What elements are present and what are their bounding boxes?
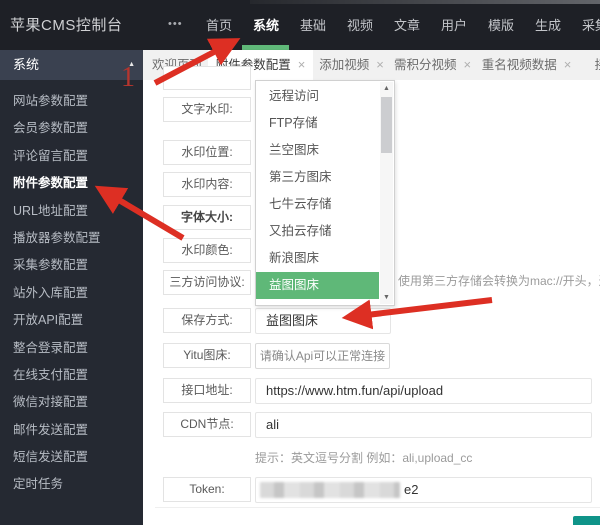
label-watermark-position: 水印位置: (163, 140, 251, 165)
sidebar: 系统 ▲ 网站参数配置 会员参数配置 评论留言配置 附件参数配置 URL地址配置… (0, 50, 143, 525)
sidebar-item-comment-params[interactable]: 评论留言配置 (0, 143, 143, 170)
sidebar-item-external-storage[interactable]: 站外入库配置 (0, 280, 143, 307)
label-yitu: Yitu图床: (163, 343, 251, 368)
sidebar-item-cron[interactable]: 定时任务 (0, 471, 143, 498)
label-cdn-node: CDN节点: (163, 412, 251, 437)
nav-item-template[interactable]: 模版 (487, 0, 515, 50)
scrollbar-thumb[interactable] (381, 97, 392, 153)
sidebar-item-login-integration[interactable]: 整合登录配置 (0, 335, 143, 362)
close-icon[interactable]: × (463, 57, 471, 72)
nav-item-article[interactable]: 文章 (393, 0, 421, 50)
label-api-address: 接口地址: (163, 378, 251, 403)
tab-duplicate-video[interactable]: 重名视频数据 × (475, 50, 578, 80)
nav-item-video[interactable]: 视频 (346, 0, 374, 50)
token-blurred-value (260, 482, 400, 498)
sidebar-item-url-params[interactable]: URL地址配置 (0, 198, 143, 225)
dropdown-option-lankong[interactable]: 兰空图床 (256, 137, 379, 164)
submit-button[interactable] (573, 516, 600, 525)
protocol-dropdown: 远程访问 FTP存储 兰空图床 第三方图床 七牛云存储 又拍云存储 新浪图床 益… (255, 80, 395, 306)
sidebar-group-label: 系统 (13, 57, 40, 72)
nav-item-home[interactable]: 首页 (205, 0, 233, 50)
label-watermark-color: 水印颜色: (163, 238, 251, 263)
save-method-select[interactable]: 益图图床 (255, 308, 391, 334)
close-icon[interactable]: × (298, 57, 306, 72)
nav-item-collect[interactable]: 采集 (581, 0, 600, 50)
dropdown-scrollbar[interactable]: ▲ ▼ (380, 82, 393, 304)
label-token: Token: (163, 477, 251, 502)
sidebar-item-wechat[interactable]: 微信对接配置 (0, 389, 143, 416)
tab-partial[interactable]: 接 (591, 50, 600, 80)
field-row-partial (163, 66, 251, 90)
footer-divider (155, 507, 600, 508)
token-visible-suffix: e2 (404, 482, 419, 497)
cdn-hint-text: 提示：英文逗号分割 例如：ali,upload_cc (255, 451, 473, 465)
nav-item-system[interactable]: 系统 (252, 0, 280, 50)
label-font-size: 字体大小: (163, 205, 251, 230)
close-icon[interactable]: × (376, 57, 384, 72)
scroll-down-icon[interactable]: ▼ (380, 291, 393, 304)
app-window: 苹果CMS控制台 ••• 首页 系统 基础 视频 文章 用户 模版 生成 采集 … (0, 0, 600, 525)
nav-item-user[interactable]: 用户 (440, 0, 468, 50)
tab-add-video[interactable]: 添加视频 × (313, 50, 390, 80)
dropdown-option-upyun[interactable]: 又拍云存储 (256, 218, 379, 245)
dropdown-option-sina[interactable]: 新浪图床 (256, 245, 379, 272)
sidebar-menu: 网站参数配置 会员参数配置 评论留言配置 附件参数配置 URL地址配置 播放器参… (0, 80, 143, 499)
sidebar-item-attachment-params[interactable]: 附件参数配置 (0, 170, 143, 197)
collapse-up-icon: ▲ (128, 61, 135, 68)
sidebar-item-player-params[interactable]: 播放器参数配置 (0, 225, 143, 252)
scroll-up-icon[interactable]: ▲ (380, 82, 393, 95)
sidebar-group-system[interactable]: 系统 ▲ (0, 50, 143, 80)
yitu-verify-button[interactable]: 请确认Api可以正常连接 (255, 343, 390, 369)
dropdown-option-yitu[interactable]: 益图图床 (256, 272, 379, 299)
sidebar-item-member-params[interactable]: 会员参数配置 (0, 115, 143, 142)
close-icon[interactable]: × (564, 57, 572, 72)
sidebar-item-open-api[interactable]: 开放API配置 (0, 307, 143, 334)
sidebar-item-site-params[interactable]: 网站参数配置 (0, 88, 143, 115)
dropdown-option-ftp[interactable]: FTP存储 (256, 110, 379, 137)
sidebar-item-sms[interactable]: 短信发送配置 (0, 444, 143, 471)
nav-item-basic[interactable]: 基础 (299, 0, 327, 50)
topbar: 苹果CMS控制台 ••• 首页 系统 基础 视频 文章 用户 模版 生成 采集 (0, 0, 600, 50)
sidebar-item-email[interactable]: 邮件发送配置 (0, 417, 143, 444)
label-save-method: 保存方式: (163, 308, 251, 333)
dropdown-list: 远程访问 FTP存储 兰空图床 第三方图床 七牛云存储 又拍云存储 新浪图床 益… (256, 83, 379, 299)
label-text-watermark: 文字水印: (163, 97, 251, 122)
menu-dots-icon[interactable]: ••• (168, 0, 183, 50)
sidebar-item-collect-params[interactable]: 采集参数配置 (0, 252, 143, 279)
brand-title: 苹果CMS控制台 (10, 17, 123, 34)
tab-points-video[interactable]: 需积分视频 × (390, 50, 475, 80)
nav-item-generate[interactable]: 生成 (534, 0, 562, 50)
cdn-node-input[interactable]: ali (255, 412, 592, 438)
protocol-hint-text: 使用第三方存储会转换为mac://开头，这表示 (398, 274, 600, 288)
dropdown-option-remote[interactable]: 远程访问 (256, 83, 379, 110)
dropdown-option-thirdparty[interactable]: 第三方图床 (256, 164, 379, 191)
label-watermark-content: 水印内容: (163, 172, 251, 197)
top-nav: 首页 系统 基础 视频 文章 用户 模版 生成 采集 (205, 0, 600, 50)
label-third-party-protocol: 三方访问协议: (163, 270, 251, 295)
api-address-input[interactable]: https://www.htm.fun/api/upload (255, 378, 592, 404)
dropdown-option-qiniu[interactable]: 七牛云存储 (256, 191, 379, 218)
token-input[interactable]: e2 (255, 477, 592, 503)
sidebar-item-online-payment[interactable]: 在线支付配置 (0, 362, 143, 389)
